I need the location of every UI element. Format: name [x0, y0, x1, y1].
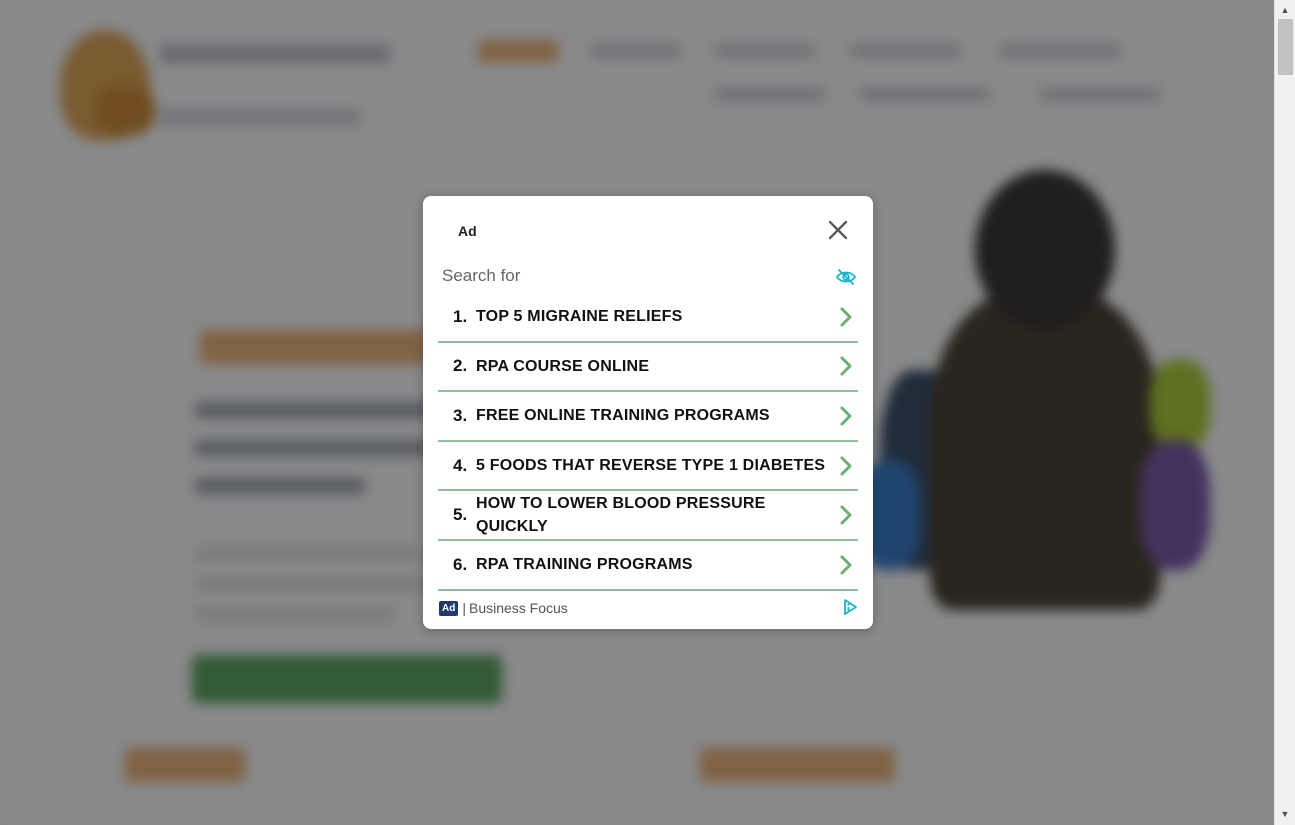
ad-list-item[interactable]: 4. 5 FOODS THAT REVERSE TYPE 1 DIABETES — [438, 442, 858, 492]
ad-item-text: 5 FOODS THAT REVERSE TYPE 1 DIABETES — [476, 457, 826, 475]
ad-item-number: 4. — [453, 455, 468, 475]
ad-item-text: RPA COURSE ONLINE — [476, 357, 650, 375]
ad-label: Ad — [458, 223, 477, 239]
ad-item-text: HOW TO LOWER BLOOD PRESSURE QUICKLY — [476, 495, 766, 536]
chevron-right-icon — [840, 356, 852, 376]
chevron-right-icon — [840, 505, 852, 525]
chevron-right-icon — [840, 406, 852, 426]
ad-list-item[interactable]: 3. FREE ONLINE TRAINING PROGRAMS — [438, 392, 858, 442]
footer-separator: | — [462, 600, 466, 616]
scrollbar-thumb[interactable] — [1278, 19, 1293, 75]
ad-modal: Ad Search for 1. TOP 5 MIGRAINE RELIEFS … — [423, 196, 873, 629]
scroll-up-arrow-icon[interactable]: ▲ — [1275, 2, 1295, 19]
ad-list-item[interactable]: 1. TOP 5 MIGRAINE RELIEFS — [438, 293, 858, 343]
close-button[interactable] — [823, 218, 853, 244]
scroll-down-arrow-icon[interactable]: ▼ — [1275, 806, 1295, 823]
page-scrollbar[interactable]: ▲ ▼ — [1274, 0, 1295, 825]
chevron-right-icon — [840, 555, 852, 575]
ad-item-number: 2. — [453, 356, 468, 376]
advertiser-name[interactable]: Business Focus — [469, 600, 568, 616]
ad-list-item[interactable]: 2. RPA COURSE ONLINE — [438, 343, 858, 393]
ad-item-number: 1. — [453, 306, 468, 326]
ad-item-number: 3. — [453, 405, 468, 425]
adchoices-icon[interactable] — [841, 598, 859, 616]
ad-item-number: 5. — [453, 505, 468, 525]
ad-footer: Ad | Business Focus — [439, 599, 859, 617]
ad-search-list: 1. TOP 5 MIGRAINE RELIEFS 2. RPA COURSE … — [438, 293, 858, 591]
ad-item-text: TOP 5 MIGRAINE RELIEFS — [476, 308, 683, 326]
ad-list-item[interactable]: 6. RPA TRAINING PROGRAMS — [438, 541, 858, 591]
chevron-right-icon — [840, 456, 852, 476]
ad-badge: Ad — [439, 600, 459, 616]
ad-list-item[interactable]: 5. HOW TO LOWER BLOOD PRESSURE QUICKLY — [438, 491, 858, 541]
close-icon — [828, 220, 848, 240]
ad-item-number: 6. — [453, 554, 468, 574]
eye-slash-icon[interactable] — [835, 268, 857, 286]
chevron-right-icon — [840, 307, 852, 327]
search-for-label: Search for — [442, 266, 521, 285]
ad-item-text: FREE ONLINE TRAINING PROGRAMS — [476, 407, 770, 425]
ad-item-text: RPA TRAINING PROGRAMS — [476, 556, 693, 574]
